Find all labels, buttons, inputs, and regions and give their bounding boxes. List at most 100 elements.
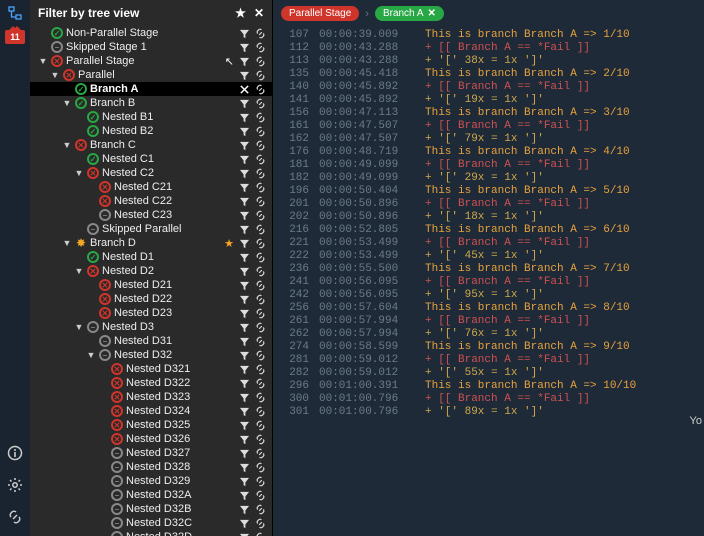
tree-row[interactable]: ▶Nested D327 — [30, 446, 272, 460]
filter-icon[interactable] — [238, 209, 250, 221]
link-icon[interactable] — [254, 97, 266, 109]
filter-icon[interactable] — [238, 405, 250, 417]
filter-icon[interactable] — [238, 125, 250, 137]
filter-icon[interactable] — [238, 69, 250, 81]
chip-close-icon[interactable]: ✕ — [428, 8, 436, 19]
clear-filter-icon[interactable] — [238, 83, 250, 95]
tree-item-label[interactable]: Nested D32D — [126, 531, 234, 536]
tree-row[interactable]: ▶Nested D32B — [30, 502, 272, 516]
tree-row[interactable]: ▶Non-Parallel Stage — [30, 26, 272, 40]
link-icon[interactable] — [254, 517, 266, 529]
chevron-icon[interactable]: ▼ — [62, 98, 72, 108]
tree-item-label[interactable]: Nested C1 — [102, 153, 234, 165]
filter-icon[interactable] — [238, 489, 250, 501]
tree-row[interactable]: ▼✸Branch D★ — [30, 236, 272, 250]
filter-icon[interactable] — [238, 377, 250, 389]
tree-item-label[interactable]: Nested D32A — [126, 489, 234, 501]
filter-icon[interactable] — [238, 237, 250, 249]
tree-row[interactable]: ▶Nested D325 — [30, 418, 272, 432]
tree-item-label[interactable]: Branch B — [90, 97, 234, 109]
tree-row[interactable]: ▼ Nested C2 — [30, 166, 272, 180]
tree-row[interactable]: ▶Nested C21 — [30, 180, 272, 194]
link-icon[interactable] — [254, 111, 266, 123]
gear-icon[interactable] — [6, 476, 24, 494]
tree-row[interactable]: ▼Nested D3 — [30, 320, 272, 334]
close-panel-icon[interactable]: ✕ — [254, 6, 264, 20]
tree-row[interactable]: ▶Nested D1 — [30, 250, 272, 264]
info-icon[interactable] — [6, 444, 24, 462]
link-icon[interactable] — [254, 433, 266, 445]
link-icon[interactable] — [254, 363, 266, 375]
filter-icon[interactable] — [238, 139, 250, 151]
tree-row[interactable]: ▶Nested D22 — [30, 292, 272, 306]
filter-icon[interactable] — [238, 265, 250, 277]
filter-icon[interactable] — [238, 517, 250, 529]
tree-item-label[interactable]: Nested B1 — [102, 111, 234, 123]
chevron-icon[interactable]: ▼ — [74, 266, 84, 276]
link-icon[interactable] — [254, 83, 266, 95]
link-icon[interactable] — [254, 307, 266, 319]
tree-row[interactable]: ▶Nested D23 — [30, 306, 272, 320]
filter-icon[interactable] — [238, 307, 250, 319]
filter-icon[interactable] — [238, 531, 250, 536]
tree-item-label[interactable]: Nested D325 — [126, 419, 234, 431]
tree-item-label[interactable]: Branch A — [90, 83, 234, 95]
tree-item-label[interactable]: Nested D32B — [126, 503, 234, 515]
tree-row[interactable]: ▼Branch C — [30, 138, 272, 152]
link-icon[interactable] — [254, 55, 266, 67]
tree-row[interactable]: ▶Branch A — [30, 82, 272, 96]
tree-item-label[interactable]: Nested C23 — [114, 209, 234, 221]
tree-row[interactable]: ▶Nested D31 — [30, 334, 272, 348]
link-icon[interactable] — [254, 461, 266, 473]
link-icon[interactable] — [254, 419, 266, 431]
tree-row[interactable]: ▼ Branch B — [30, 96, 272, 110]
link-icon[interactable] — [254, 335, 266, 347]
tree-row[interactable]: ▶Nested D323 — [30, 390, 272, 404]
filter-icon[interactable] — [238, 503, 250, 515]
link-icon[interactable] — [254, 181, 266, 193]
tree-item-label[interactable]: Branch D — [90, 237, 221, 249]
tree-item-label[interactable]: Non-Parallel Stage — [66, 27, 234, 39]
link-icon[interactable] — [254, 41, 266, 53]
tree-item-label[interactable]: Parallel — [78, 69, 234, 81]
link-icon[interactable] — [254, 531, 266, 536]
tree-row[interactable]: ▶Nested D326 — [30, 432, 272, 446]
tree-icon[interactable] — [6, 4, 24, 22]
link-icon[interactable] — [254, 503, 266, 515]
tree-row[interactable]: ▶Nested D324 — [30, 404, 272, 418]
tree-item-label[interactable]: Nested C2 — [102, 167, 234, 179]
tree-item-label[interactable]: Nested D321 — [126, 363, 234, 375]
chevron-icon[interactable]: ▼ — [38, 56, 48, 66]
tree-item-label[interactable]: Nested D324 — [126, 405, 234, 417]
chevron-icon[interactable]: ▼ — [74, 168, 84, 178]
filter-icon[interactable] — [238, 251, 250, 263]
tree-row[interactable]: ▶Nested D32C — [30, 516, 272, 530]
tree-row[interactable]: ▶Nested C22 — [30, 194, 272, 208]
filter-icon[interactable] — [238, 419, 250, 431]
breadcrumb-chip[interactable]: Parallel Stage — [281, 6, 359, 21]
link-icon[interactable] — [254, 405, 266, 417]
link-icon[interactable] — [254, 293, 266, 305]
link-icon[interactable] — [254, 125, 266, 137]
tree-row[interactable]: ▼Parallel Stage↖ — [30, 54, 272, 68]
tree-row[interactable]: ▶Skipped Parallel — [30, 222, 272, 236]
chevron-icon[interactable]: ▼ — [62, 140, 72, 150]
tree-item-label[interactable]: Nested D21 — [114, 279, 234, 291]
tree-item-label[interactable]: Skipped Parallel — [102, 223, 234, 235]
filter-icon[interactable] — [238, 55, 250, 67]
tree-row[interactable]: ▶Nested D321 — [30, 362, 272, 376]
tree-row[interactable]: ▶Nested D32D — [30, 530, 272, 536]
chevron-icon[interactable]: ▼ — [50, 70, 60, 80]
link-icon[interactable] — [254, 321, 266, 333]
alert-badge[interactable]: 11 — [5, 30, 25, 44]
filter-icon[interactable] — [238, 335, 250, 347]
tree-row[interactable]: ▶Nested D32A — [30, 488, 272, 502]
tree-row[interactable]: ▶Nested B2 — [30, 124, 272, 138]
filter-icon[interactable] — [238, 195, 250, 207]
filter-icon[interactable] — [238, 27, 250, 39]
link-icon[interactable] — [254, 209, 266, 221]
tree-item-label[interactable]: Nested D326 — [126, 433, 234, 445]
link-icon[interactable] — [254, 377, 266, 389]
filter-icon[interactable] — [238, 461, 250, 473]
link-icon[interactable] — [254, 489, 266, 501]
